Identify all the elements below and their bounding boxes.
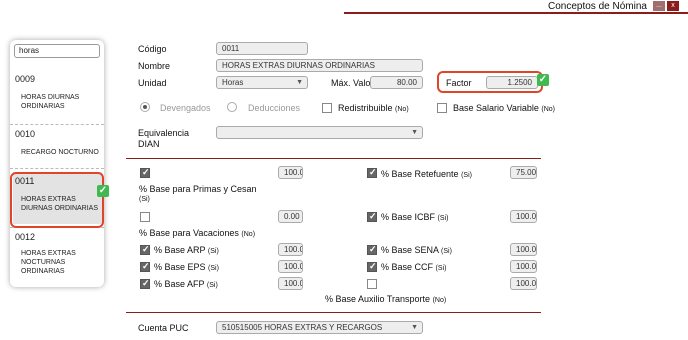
base-auxilio-checkbox[interactable] [367,279,377,289]
concepts-list-panel: horas 0009 HORAS DIURNAS ORDINARIAS 0010… [10,40,104,287]
chevron-down-icon: ▼ [411,129,418,136]
equivalencia-label: Equivalencia [138,128,190,138]
unidad-label: Unidad [138,78,167,88]
base-icbf-checkbox[interactable] [367,211,377,222]
base-sena-checkbox[interactable] [367,244,377,255]
base-retefuente-label: % Base Retefuente (Si) [381,169,472,179]
selected-check-icon: ✓ [97,185,109,197]
list-item-name: RECARGO NOCTURNO [21,149,99,156]
max-valor-label: Máx. Valor [331,78,374,88]
codigo-label: Código [138,44,167,54]
base-salario-label: Base Salario Variable (No) [453,103,556,113]
base-sena-label: % Base SENA (Si) [381,245,452,255]
max-valor-field[interactable]: 80.00 [370,76,423,89]
nombre-label: Nombre [138,61,171,71]
base-arp-checkbox[interactable] [140,244,150,255]
factor-field[interactable]: 1.2500 [486,76,538,89]
base-ccf-label: % Base CCF (Si) [381,262,447,272]
cuenta-puc-label: Cuenta PUC [138,323,189,333]
devengados-radio[interactable] [140,102,150,112]
factor-label: Factor [446,78,472,88]
base-arp-label: % Base ARP (Si) [154,245,219,255]
devengados-label: Devengados [160,103,211,113]
base-auxilio-field[interactable]: 100.0 [510,277,537,290]
search-input[interactable]: horas [14,44,100,58]
deducciones-label: Deducciones [248,103,301,113]
base-primas-field[interactable]: 100.0 [278,166,303,179]
list-divider [10,124,104,125]
list-item-0009[interactable]: 0009 HORAS DIURNAS ORDINARIAS [10,74,104,126]
base-primas-checkbox[interactable] [140,167,150,178]
list-item-name: ORDINARIAS [21,268,65,275]
list-item-0010[interactable]: 0010 RECARGO NOCTURNO [10,129,104,169]
base-afp-checkbox[interactable] [140,278,150,289]
chevron-down-icon: ▼ [296,79,303,86]
base-ccf-checkbox[interactable] [367,261,377,272]
list-item-code: 0010 [15,129,36,139]
base-auxilio-label: % Base Auxilio Transporte (No) [325,294,447,304]
codigo-field[interactable]: 0011 [216,42,308,55]
selected-item-highlight [10,172,104,228]
list-item-name: ORDINARIAS [21,103,65,110]
unidad-select[interactable]: Horas ▼ [216,76,308,89]
base-retefuente-field[interactable]: 75.00 [510,166,537,179]
base-vacaciones-checkbox[interactable] [140,212,150,222]
title-bar-line [344,12,688,14]
unidad-value: Horas [222,78,244,87]
base-vacaciones-field[interactable]: 0.00 [278,210,303,223]
list-divider [10,168,104,169]
redistribuible-checkbox[interactable] [322,103,332,113]
section-divider [126,158,541,159]
base-eps-label: % Base EPS (Si) [154,262,219,272]
base-eps-checkbox[interactable] [140,261,150,272]
minimize-button[interactable]: ... [653,1,665,11]
nombre-field[interactable]: HORAS EXTRAS DIURNAS ORDINARIAS [216,59,423,72]
base-sena-field[interactable]: 100.0 [510,243,537,256]
base-icbf-label: % Base ICBF (Si) [381,212,449,222]
equivalencia-select[interactable]: ▼ [216,126,423,139]
base-primas-label: % Base para Primas y Cesan [139,184,257,194]
list-item-code: 0012 [15,232,36,242]
cuenta-puc-value: 510515005 HORAS EXTRAS Y RECARGOS [222,323,383,332]
redistribuible-label: Redistribuible (No) [338,103,409,113]
base-salario-checkbox[interactable] [437,103,447,113]
base-eps-field[interactable]: 100.0 [278,260,303,273]
list-item-code: 0009 [15,74,36,84]
base-ccf-field[interactable]: 100.0 [510,260,537,273]
equivalencia-label-dian: DIAN [138,139,160,149]
base-arp-field[interactable]: 100.0 [278,243,303,256]
chevron-down-icon: ▼ [411,324,418,331]
deducciones-radio[interactable] [227,102,237,112]
base-primas-note: (Si) [139,196,150,203]
base-icbf-field[interactable]: 100.0 [510,210,537,223]
list-item-0012[interactable]: 0012 HORAS EXTRAS NOCTURNAS ORDINARIAS [10,232,104,284]
section-divider [126,312,541,313]
window-title: Conceptos de Nómina [548,1,647,12]
base-afp-label: % Base AFP (Si) [154,279,218,289]
base-vacaciones-label: % Base para Vacaciones (No) [139,228,256,238]
factor-check-icon: ✓ [537,74,549,86]
close-button[interactable]: x [667,1,679,11]
cuenta-puc-select[interactable]: 510515005 HORAS EXTRAS Y RECARGOS ▼ [216,321,423,334]
base-retefuente-checkbox[interactable] [367,167,377,178]
base-afp-field[interactable]: 100.0 [278,277,303,290]
